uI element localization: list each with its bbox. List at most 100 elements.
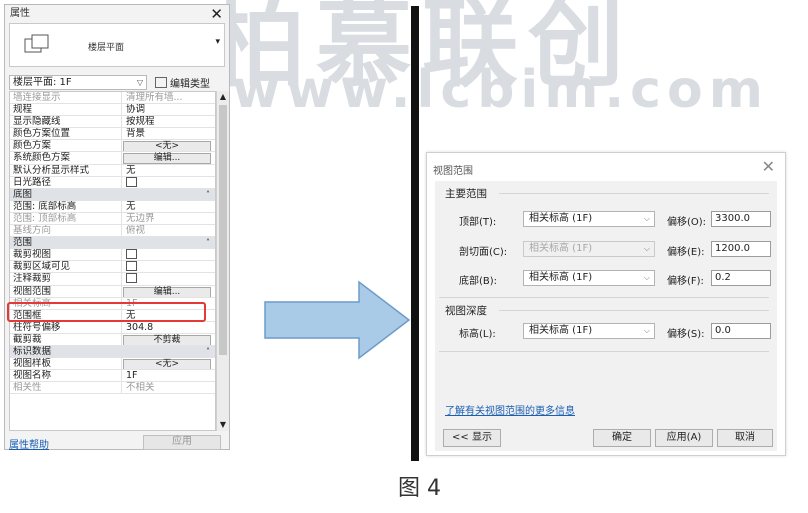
scroll-down-icon[interactable]: ▼ — [217, 419, 229, 431]
properties-scrollbar[interactable]: ▲ ▼ — [216, 91, 229, 431]
property-value[interactable]: 304.8 — [122, 322, 215, 333]
ok-button[interactable]: 确定 — [593, 429, 651, 447]
cut-offset-input[interactable]: 1200.0 — [711, 241, 771, 257]
view-range-highlight — [7, 302, 206, 322]
property-edit-button[interactable]: <无> — [123, 141, 211, 152]
type-selector[interactable]: 楼层平面 ▾ — [9, 23, 225, 67]
primary-range-group-title: 主要范围 — [445, 188, 487, 200]
property-row[interactable]: 规程 协调 — [10, 104, 215, 117]
floor-plan-icon — [24, 34, 49, 53]
property-edit-button[interactable]: 不剪裁 — [123, 334, 211, 345]
instance-filter-combo[interactable]: 楼层平面: 1F ▽ — [9, 75, 147, 90]
property-section-header[interactable]: 标识数据 ˄ — [10, 345, 215, 359]
cancel-button[interactable]: 取消 — [717, 429, 773, 447]
divider-bar — [411, 6, 419, 461]
property-checkbox[interactable] — [126, 176, 137, 187]
cut-offset-label: 偏移(E): — [667, 247, 705, 258]
property-value[interactable]: 无 — [122, 201, 215, 212]
property-row[interactable]: 基线方向 俯视 — [10, 225, 215, 238]
property-row[interactable]: 日光路径 — [10, 176, 215, 189]
group-divider — [499, 310, 769, 311]
property-edit-button[interactable]: <无> — [123, 359, 211, 370]
property-row[interactable]: 颜色方案位置 背景 — [10, 128, 215, 141]
chevron-down-icon[interactable]: ▾ — [215, 37, 220, 47]
property-row[interactable]: 显示隐藏线 按规程 — [10, 116, 215, 129]
property-value[interactable]: 不相关 — [122, 382, 215, 393]
property-value[interactable]: 无边界 — [122, 213, 215, 224]
collapse-icon[interactable]: ˄ — [201, 237, 215, 248]
property-section-header[interactable]: 底图 ˄ — [10, 188, 215, 201]
depth-level-combo[interactable]: 相关标高 (1F) ⌵ — [523, 323, 655, 339]
property-row[interactable]: 默认分析显示样式无 — [10, 164, 215, 177]
property-name: 裁剪区域可见 — [10, 261, 122, 273]
section-title: 范围 — [13, 237, 33, 249]
collapse-icon[interactable]: ˄ — [201, 346, 215, 357]
property-row[interactable]: 颜色方案 <无> — [10, 140, 215, 153]
bottom-offset-input[interactable]: 0.2 — [711, 270, 771, 286]
property-row[interactable]: 视图名称 1F — [10, 370, 215, 383]
property-name: 视图名称 — [10, 370, 122, 382]
properties-title-bar: 属性 ✕ — [5, 5, 229, 23]
property-row[interactable]: 裁剪区域可见 — [10, 261, 215, 274]
view-depth-group-title: 视图深度 — [445, 305, 487, 317]
property-row[interactable]: 裁剪视图 — [10, 249, 215, 262]
apply-button[interactable]: 应用(A) — [655, 429, 713, 447]
properties-help-link[interactable]: 属性帮助 — [9, 436, 49, 451]
close-icon[interactable]: ✕ — [762, 157, 775, 176]
property-value: <无> — [122, 358, 215, 370]
property-value[interactable]: 按规程 — [122, 116, 215, 127]
property-value[interactable]: 1F — [122, 370, 215, 381]
property-row[interactable]: 系统颜色方案 编辑... — [10, 152, 215, 165]
close-icon[interactable]: ✕ — [210, 5, 223, 23]
property-value[interactable]: 清理所有墙... — [122, 92, 215, 103]
cut-plane-label: 剖切面(C): — [459, 247, 508, 258]
watermark-url: www.lcbim.com — [232, 60, 769, 120]
property-value[interactable]: 无 — [122, 165, 215, 176]
watermark-logo-text: 柏慕联创 — [210, 0, 634, 100]
property-name: 范围: 底部标高 — [10, 200, 122, 212]
chevron-down-icon: ⌵ — [643, 214, 650, 223]
cut-plane-combo[interactable]: 相关标高 (1F) ⌵ — [523, 241, 655, 257]
property-checkbox[interactable] — [126, 249, 137, 260]
section-title: 底图 — [13, 188, 33, 200]
depth-offset-label: 偏移(S): — [667, 329, 705, 340]
property-checkbox[interactable] — [126, 261, 137, 272]
property-row[interactable]: 墙连接显示 清理所有墙... — [10, 92, 215, 105]
property-edit-button[interactable]: 编辑... — [123, 153, 211, 164]
property-checkbox[interactable] — [126, 273, 137, 284]
scroll-thumb[interactable] — [219, 105, 227, 355]
property-name: 截剪裁 — [10, 333, 122, 345]
property-value[interactable]: 俯视 — [122, 225, 215, 236]
group-divider — [499, 193, 769, 194]
property-row[interactable]: 柱符号偏移 304.8 — [10, 321, 215, 334]
property-section-header[interactable]: 范围 ˄ — [10, 237, 215, 250]
property-row[interactable]: 视图样板 <无> — [10, 358, 215, 371]
top-level-combo[interactable]: 相关标高 (1F) ⌵ — [523, 211, 655, 227]
depth-offset-input[interactable]: 0.0 — [711, 323, 771, 339]
property-row[interactable]: 相关性 不相关 — [10, 382, 215, 395]
show-button[interactable]: << 显示 — [443, 429, 501, 447]
top-offset-label: 偏移(O): — [667, 217, 707, 228]
property-value[interactable]: 协调 — [122, 104, 215, 115]
depth-level-label: 标高(L): — [459, 329, 496, 340]
properties-palette: 属性 ✕ 楼层平面 ▾ 楼层平面: 1F ▽ 编辑类型 墙连接显示 清理所有墙..… — [4, 4, 230, 451]
property-row[interactable]: 截剪裁 不剪裁 — [10, 333, 215, 346]
property-edit-button[interactable]: 编辑... — [123, 286, 211, 297]
property-name: 相关性 — [10, 382, 122, 394]
instance-row: 楼层平面: 1F ▽ 编辑类型 — [9, 75, 225, 91]
scroll-up-icon[interactable]: ▲ — [217, 91, 229, 103]
properties-apply-button[interactable]: 应用 — [143, 435, 221, 450]
bottom-level-combo[interactable]: 相关标高 (1F) ⌵ — [523, 270, 655, 286]
property-row[interactable]: 注释裁剪 — [10, 273, 215, 286]
type-name: 楼层平面 — [88, 43, 125, 53]
edit-type-button[interactable]: 编辑类型 — [155, 75, 210, 90]
group-divider — [439, 297, 769, 298]
more-info-link[interactable]: 了解有关视图范围的更多信息 — [445, 402, 575, 417]
property-row[interactable]: 范围: 底部标高无 — [10, 200, 215, 213]
property-name: 默认分析显示样式 — [10, 164, 122, 176]
top-offset-input[interactable]: 3300.0 — [711, 211, 771, 227]
property-value[interactable]: 背景 — [122, 128, 215, 139]
property-row[interactable]: 范围: 顶部标高 无边界 — [10, 212, 215, 226]
property-row[interactable]: 视图范围 编辑... — [10, 285, 215, 298]
collapse-icon[interactable]: ˄ — [201, 189, 215, 200]
